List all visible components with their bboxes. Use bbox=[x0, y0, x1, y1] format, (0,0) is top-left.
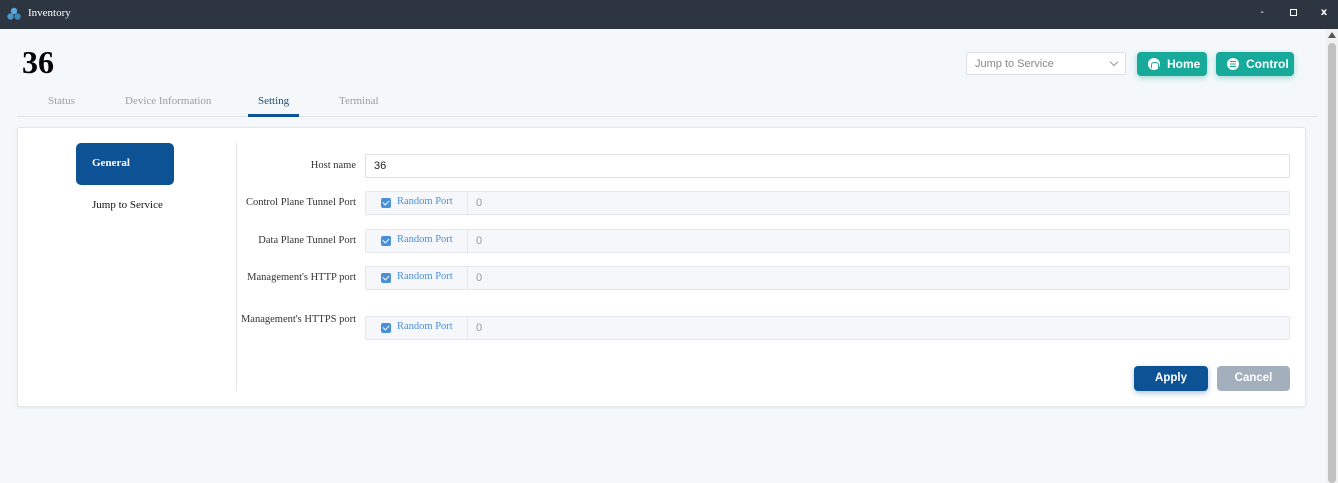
list-icon bbox=[1227, 58, 1239, 70]
home-button[interactable]: Home bbox=[1137, 52, 1207, 76]
tab-status[interactable]: Status bbox=[48, 95, 75, 107]
control-button-label: Control bbox=[1246, 57, 1289, 71]
active-tab-indicator bbox=[248, 114, 299, 117]
checkbox-checked-icon[interactable] bbox=[381, 236, 391, 246]
window-titlebar: Inventory - x bbox=[0, 0, 1338, 29]
random-port-checkbox[interactable]: Random Port bbox=[366, 317, 468, 339]
random-port-label[interactable]: Random Port bbox=[397, 321, 453, 332]
checkbox-checked-icon[interactable] bbox=[381, 273, 391, 283]
checkbox-checked-icon[interactable] bbox=[381, 323, 391, 333]
tab-bar: Status Device Information Setting Termin… bbox=[17, 90, 1317, 117]
random-port-label[interactable]: Random Port bbox=[397, 234, 453, 245]
page-title: 36 bbox=[22, 44, 54, 80]
chevron-down-icon bbox=[1109, 57, 1119, 67]
control-button[interactable]: Control bbox=[1216, 52, 1294, 76]
host-name-label: Host name bbox=[310, 160, 356, 171]
sidebar-item-jump-to-service[interactable]: Jump to Service bbox=[92, 199, 163, 211]
window-title: Inventory bbox=[28, 7, 71, 19]
random-port-checkbox[interactable]: Random Port bbox=[366, 267, 468, 289]
random-port-label[interactable]: Random Port bbox=[397, 271, 453, 282]
tab-device-information[interactable]: Device Information bbox=[125, 95, 211, 107]
scrollbar-thumb[interactable] bbox=[1328, 43, 1336, 483]
random-port-label[interactable]: Random Port bbox=[397, 196, 453, 207]
home-icon bbox=[1148, 58, 1160, 70]
jump-to-service-select[interactable]: Jump to Service bbox=[966, 52, 1126, 75]
data-plane-port-label: Data Plane Tunnel Port bbox=[258, 235, 356, 246]
maximize-button[interactable] bbox=[1283, 5, 1303, 21]
minimize-button[interactable]: - bbox=[1252, 5, 1272, 21]
https-port-input[interactable]: 0 bbox=[476, 322, 482, 334]
apply-button[interactable]: Apply bbox=[1134, 366, 1208, 391]
close-button[interactable]: x bbox=[1314, 5, 1334, 21]
maximize-icon bbox=[1289, 8, 1297, 16]
https-port-label: Management's HTTPS port bbox=[240, 314, 356, 325]
cancel-button[interactable]: Cancel bbox=[1217, 366, 1290, 391]
https-port-field: Random Port 0 bbox=[365, 316, 1290, 340]
http-port-field: Random Port 0 bbox=[365, 266, 1290, 290]
jump-select-value: Jump to Service bbox=[975, 58, 1054, 70]
tab-setting[interactable]: Setting bbox=[258, 95, 289, 107]
control-plane-port-field: Random Port 0 bbox=[365, 191, 1290, 215]
control-plane-port-label: Control Plane Tunnel Port bbox=[246, 197, 356, 208]
app-logo-icon bbox=[7, 7, 21, 20]
http-port-input[interactable]: 0 bbox=[476, 272, 482, 284]
random-port-checkbox[interactable]: Random Port bbox=[366, 230, 468, 252]
card-divider bbox=[236, 143, 237, 391]
control-plane-port-input[interactable]: 0 bbox=[476, 197, 482, 209]
host-name-input[interactable]: 36 bbox=[365, 154, 1290, 178]
home-button-label: Home bbox=[1167, 57, 1201, 71]
sidebar-item-general[interactable]: General bbox=[76, 143, 174, 185]
scroll-up-icon[interactable] bbox=[1328, 32, 1336, 38]
data-plane-port-input[interactable]: 0 bbox=[476, 235, 482, 247]
random-port-checkbox[interactable]: Random Port bbox=[366, 192, 468, 214]
http-port-label: Management's HTTP port bbox=[247, 272, 356, 283]
data-plane-port-field: Random Port 0 bbox=[365, 229, 1290, 253]
tab-terminal[interactable]: Terminal bbox=[339, 95, 379, 107]
vertical-scrollbar[interactable] bbox=[1326, 29, 1338, 483]
checkbox-checked-icon[interactable] bbox=[381, 198, 391, 208]
